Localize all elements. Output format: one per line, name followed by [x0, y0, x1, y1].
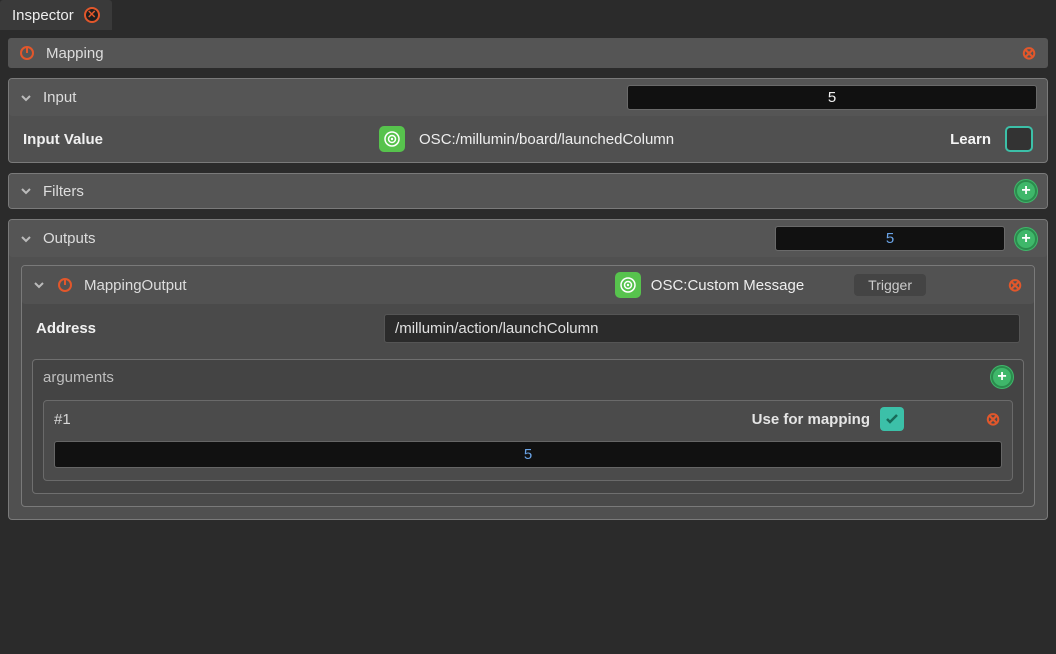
address-row: Address [22, 304, 1034, 353]
add-filter-button[interactable]: + [1015, 180, 1037, 202]
osc-icon [379, 126, 405, 152]
input-value-display[interactable]: 5 [627, 85, 1037, 110]
add-argument-button[interactable]: + [991, 366, 1013, 388]
outputs-section: Outputs 5 + MappingOutput OSC:Custom Mes… [8, 219, 1048, 520]
inspector-tab[interactable]: Inspector ✕ [0, 0, 112, 30]
close-icon[interactable]: ⊗ [1020, 44, 1038, 62]
tab-bar: Inspector ✕ [0, 0, 1056, 30]
use-for-mapping-label: Use for mapping [752, 411, 870, 428]
output-mode-badge[interactable]: Trigger [854, 274, 926, 296]
chevron-down-icon [19, 232, 33, 246]
argument-number: #1 [54, 411, 71, 428]
add-output-button[interactable]: + [1015, 228, 1037, 250]
input-title: Input [43, 89, 76, 106]
chevron-down-icon [32, 278, 46, 292]
output-osc-type: OSC:Custom Message [651, 277, 804, 294]
input-value-row: Input Value OSC:/millumin/board/launched… [9, 116, 1047, 162]
filters-header[interactable]: Filters + [9, 174, 1047, 208]
learn-checkbox[interactable] [1005, 126, 1033, 152]
arguments-title: arguments [43, 369, 114, 386]
arguments-header: arguments + [33, 360, 1023, 394]
close-icon[interactable]: ✕ [84, 7, 100, 23]
argument-item: #1 Use for mapping ⊗ 5 [43, 400, 1013, 481]
input-section: Input 5 Input Value OSC:/millumin/board/… [8, 78, 1048, 163]
osc-icon [615, 272, 641, 298]
mapping-title: Mapping [46, 45, 104, 62]
outputs-value-display[interactable]: 5 [775, 226, 1005, 251]
address-input[interactable] [384, 314, 1020, 343]
chevron-down-icon [19, 184, 33, 198]
argument-row: #1 Use for mapping ⊗ [44, 401, 1012, 437]
mapping-header: Mapping ⊗ [8, 38, 1048, 68]
use-for-mapping-checkbox[interactable] [880, 407, 904, 431]
mapping-output-section: MappingOutput OSC:Custom Message Trigger… [21, 265, 1035, 507]
input-osc-address: OSC:/millumin/board/launchedColumn [419, 131, 674, 148]
argument-value[interactable]: 5 [54, 441, 1002, 468]
input-value-label: Input Value [23, 131, 103, 148]
chevron-down-icon [19, 91, 33, 105]
power-icon[interactable] [18, 44, 36, 62]
outputs-title: Outputs [43, 230, 96, 247]
mapping-output-title: MappingOutput [84, 277, 187, 294]
outputs-header[interactable]: Outputs 5 + [9, 220, 1047, 257]
filters-title: Filters [43, 183, 84, 200]
mapping-output-header[interactable]: MappingOutput OSC:Custom Message Trigger… [22, 266, 1034, 304]
address-label: Address [36, 320, 96, 337]
learn-label: Learn [950, 131, 991, 148]
power-icon[interactable] [56, 276, 74, 294]
filters-section: Filters + [8, 173, 1048, 209]
close-icon[interactable]: ⊗ [984, 410, 1002, 428]
tab-title: Inspector [12, 7, 74, 24]
close-icon[interactable]: ⊗ [1006, 276, 1024, 294]
input-header[interactable]: Input 5 [9, 79, 1047, 116]
arguments-box: arguments + #1 Use for mapping ⊗ [32, 359, 1024, 494]
